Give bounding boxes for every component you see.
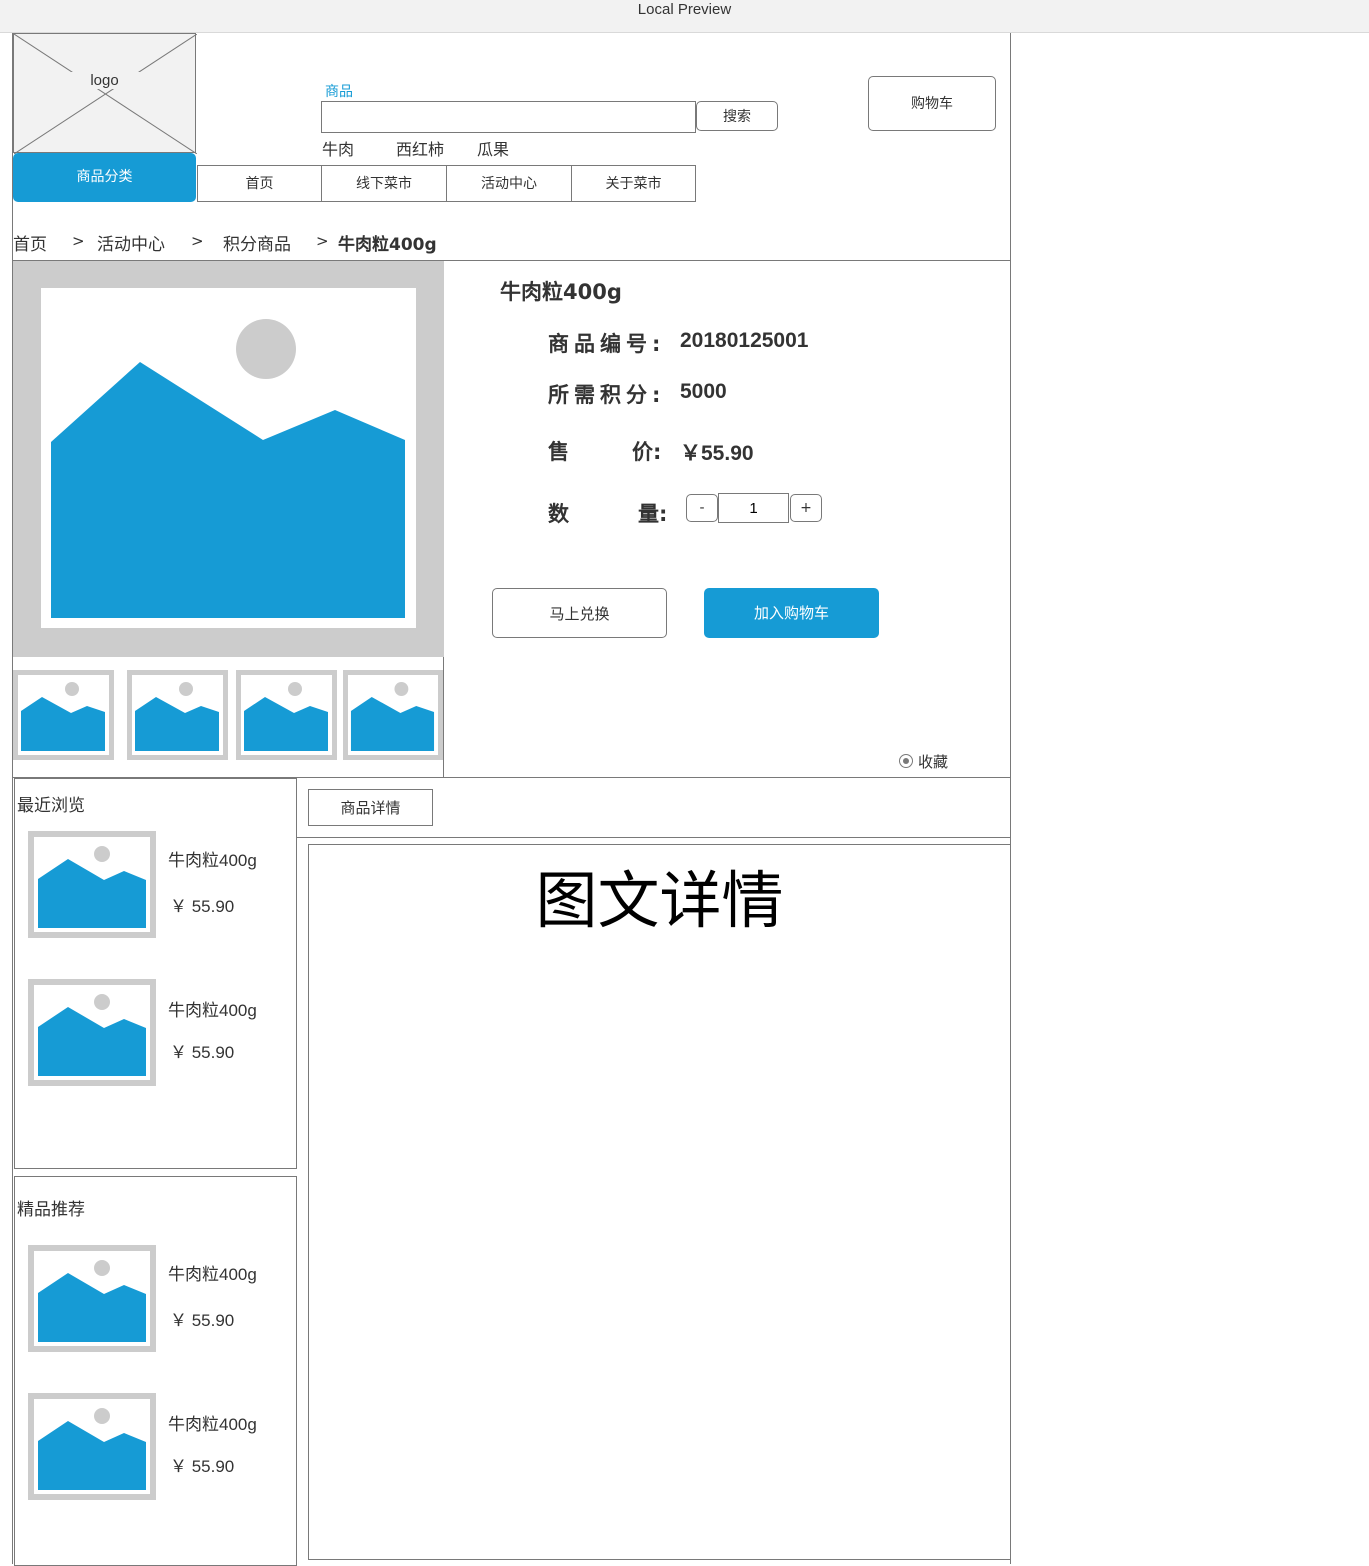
thumbnail-1[interactable] — [13, 670, 114, 760]
recent-browse-title: 最近浏览 — [17, 796, 85, 816]
main-product-image[interactable] — [13, 261, 444, 657]
recommend-item-price: ￥ 55.90 — [170, 1457, 235, 1476]
favorite-label: 收藏 — [918, 753, 949, 771]
quantity-input[interactable] — [718, 493, 789, 523]
recent-item-image[interactable] — [28, 831, 156, 938]
nav-item-home[interactable]: 首页 — [197, 165, 322, 202]
recent-item-name[interactable]: 牛肉粒400g — [168, 996, 257, 1021]
image-placeholder-icon — [38, 1260, 146, 1342]
product-code-label: 商品编号: — [548, 332, 666, 356]
image-placeholder-icon — [38, 846, 146, 928]
nav-item-offline-market[interactable]: 线下菜市 — [321, 165, 447, 202]
image-placeholder-icon — [135, 682, 219, 751]
search-input[interactable] — [321, 101, 696, 133]
breadcrumb-home[interactable]: 首页 — [13, 230, 47, 255]
hot-keyword-tomato[interactable]: 西红柿 — [396, 136, 444, 160]
search-label: 商品 — [325, 84, 353, 100]
thumbnail-4[interactable] — [343, 670, 443, 760]
search-button[interactable]: 搜索 — [696, 101, 778, 131]
quantity-label-left: 数 — [548, 502, 574, 526]
image-placeholder-icon — [38, 994, 146, 1076]
product-code: 20180125001 — [680, 329, 809, 352]
price-label-right: 价: — [632, 440, 662, 464]
breadcrumb-separator: > — [72, 232, 85, 250]
thumbnail-2[interactable] — [127, 670, 228, 760]
add-to-cart-button[interactable]: 加入购物车 — [704, 588, 879, 638]
recent-item-image[interactable] — [28, 979, 156, 1086]
logo[interactable]: logo — [13, 33, 197, 154]
divider — [297, 837, 1010, 838]
logo-text: logo — [14, 72, 195, 89]
detail-content-area — [308, 844, 1011, 1560]
thumbnail-3[interactable] — [236, 670, 337, 760]
detail-content-title: 图文详情 — [535, 864, 784, 937]
nav-item-activity-center[interactable]: 活动中心 — [446, 165, 572, 202]
breadcrumb-separator: > — [316, 232, 329, 250]
recent-item-price: ￥ 55.90 — [170, 897, 235, 916]
recommend-item-price: ￥ 55.90 — [170, 1311, 235, 1330]
image-placeholder-icon — [21, 682, 105, 751]
price-label-left: 售 — [548, 440, 574, 464]
recommend-item-name[interactable]: 牛肉粒400g — [168, 1410, 257, 1435]
quantity-label-right: 量: — [638, 502, 668, 526]
breadcrumb-current: 牛肉粒400g — [338, 235, 437, 255]
image-placeholder-icon — [38, 1408, 146, 1490]
breadcrumb-points-goods[interactable]: 积分商品 — [223, 230, 291, 255]
window-title: Local Preview — [0, 0, 1369, 33]
recommend-title: 精品推荐 — [17, 1200, 85, 1220]
category-button[interactable]: 商品分类 — [13, 153, 196, 202]
breadcrumb-activity-center[interactable]: 活动中心 — [97, 230, 165, 255]
tab-product-detail[interactable]: 商品详情 — [308, 789, 433, 826]
recent-item-name[interactable]: 牛肉粒400g — [168, 846, 257, 871]
hot-keyword-fruit[interactable]: 瓜果 — [477, 136, 509, 160]
radio-icon[interactable] — [899, 754, 913, 768]
points-label: 所需积分: — [548, 383, 666, 407]
recommend-panel — [14, 1176, 297, 1566]
logo-placeholder-icon — [14, 34, 197, 154]
image-placeholder-icon — [350, 682, 435, 751]
recent-item-price: ￥ 55.90 — [170, 1043, 235, 1062]
redeem-now-button[interactable]: 马上兑换 — [492, 588, 667, 638]
points-value: 5000 — [680, 380, 727, 403]
cart-button[interactable]: 购物车 — [868, 76, 996, 131]
image-placeholder-icon — [244, 682, 328, 751]
image-placeholder-icon — [51, 319, 405, 618]
favorite-toggle[interactable]: 收藏 — [899, 751, 948, 772]
product-name: 牛肉粒400g — [500, 280, 622, 304]
price-value: ￥55.90 — [680, 442, 754, 465]
hot-keyword-beef[interactable]: 牛肉 — [322, 136, 354, 160]
recommend-item-image[interactable] — [28, 1393, 156, 1500]
quantity-increase-button[interactable]: + — [790, 494, 822, 522]
recommend-item-image[interactable] — [28, 1245, 156, 1352]
breadcrumb-separator: > — [191, 232, 204, 250]
nav-item-about[interactable]: 关于菜市 — [571, 165, 696, 202]
quantity-decrease-button[interactable]: - — [686, 494, 718, 522]
recommend-item-name[interactable]: 牛肉粒400g — [168, 1260, 257, 1285]
